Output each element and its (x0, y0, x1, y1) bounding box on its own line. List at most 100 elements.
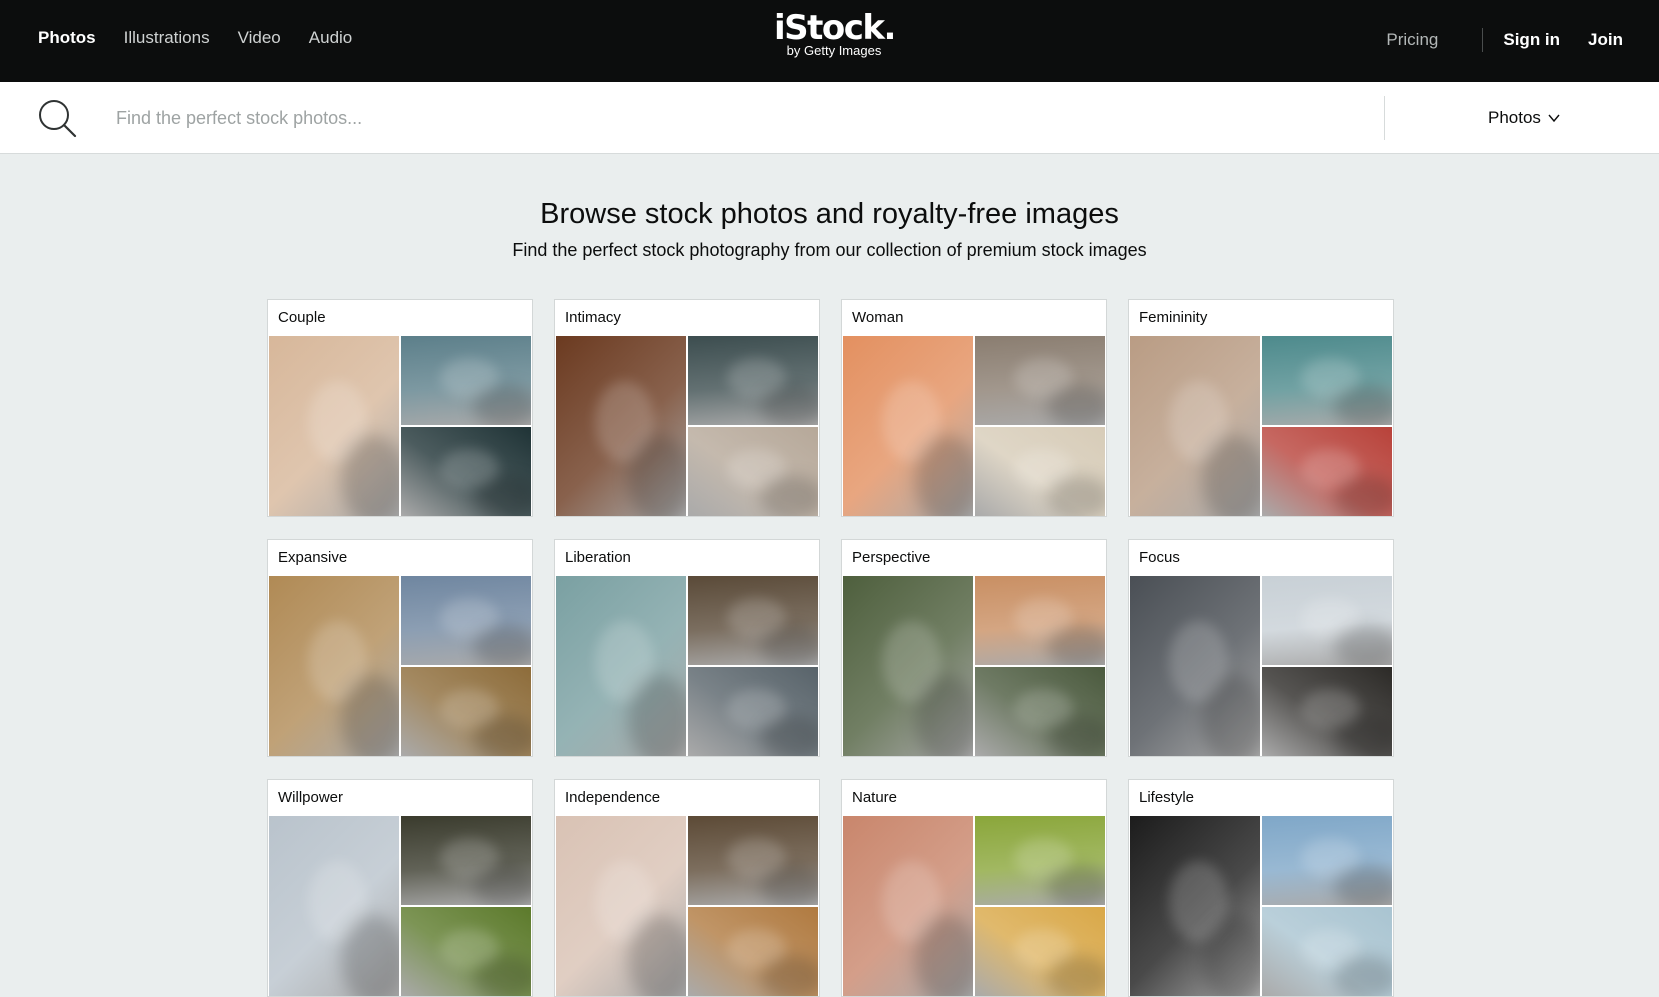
category-top-image[interactable] (401, 576, 531, 665)
category-title: Liberation (565, 549, 631, 566)
category-card[interactable]: Expansive (267, 539, 533, 757)
category-title: Independence (565, 789, 661, 806)
category-card[interactable]: Focus (1128, 539, 1394, 757)
category-bottom-image[interactable] (1262, 907, 1392, 996)
photo-shadow (1046, 864, 1105, 905)
category-card[interactable]: Woman (841, 299, 1107, 517)
nav-video[interactable]: Video (238, 28, 281, 48)
photo-shadow (1333, 475, 1392, 516)
category-card[interactable]: Couple (267, 299, 533, 517)
category-title: Focus (1139, 549, 1180, 566)
media-type-label: Photos (1488, 108, 1541, 127)
category-top-image[interactable] (688, 336, 818, 425)
nav-audio[interactable]: Audio (309, 28, 352, 48)
photo-shadow (1046, 955, 1105, 996)
photo-shadow (1333, 384, 1392, 425)
category-top-image[interactable] (1262, 336, 1392, 425)
category-top-image[interactable] (975, 336, 1105, 425)
photo-shadow (472, 864, 531, 905)
photo-shadow (759, 384, 818, 425)
category-main-image[interactable] (556, 816, 686, 996)
category-main-image[interactable] (1130, 576, 1260, 756)
category-main-image[interactable] (556, 336, 686, 516)
chevron-down-icon (1548, 114, 1560, 123)
category-card[interactable]: Lifestyle (1128, 779, 1394, 997)
photo-shadow (472, 384, 531, 425)
category-top-image[interactable] (975, 576, 1105, 665)
category-card[interactable]: Femininity (1128, 299, 1394, 517)
category-image-collage (1130, 816, 1392, 996)
category-title: Couple (278, 309, 326, 326)
category-main-image[interactable] (843, 336, 973, 516)
photo-shadow (1333, 955, 1392, 996)
category-bottom-image[interactable] (401, 907, 531, 996)
category-bottom-image[interactable] (1262, 667, 1392, 756)
category-image-collage (556, 336, 818, 516)
pricing-link[interactable]: Pricing (1386, 30, 1438, 50)
search-input[interactable] (116, 100, 1366, 136)
category-bottom-image[interactable] (688, 427, 818, 516)
category-main-image[interactable] (556, 576, 686, 756)
photo-shadow (1046, 624, 1105, 665)
category-main-image[interactable] (269, 816, 399, 996)
category-main-image[interactable] (843, 816, 973, 996)
photo-shadow (759, 715, 818, 756)
category-image-collage (269, 576, 531, 756)
category-bottom-image[interactable] (401, 667, 531, 756)
category-top-image[interactable] (975, 816, 1105, 905)
category-card[interactable]: Independence (554, 779, 820, 997)
nav-illustrations[interactable]: Illustrations (124, 28, 210, 48)
category-top-image[interactable] (1262, 816, 1392, 905)
category-card[interactable]: Nature (841, 779, 1107, 997)
category-top-image[interactable] (1262, 576, 1392, 665)
photo-shadow (1046, 715, 1105, 756)
category-bottom-image[interactable] (975, 427, 1105, 516)
search-icon[interactable] (38, 99, 78, 139)
category-bottom-image[interactable] (688, 907, 818, 996)
logo-brand: iStock. (774, 8, 896, 48)
category-top-image[interactable] (688, 576, 818, 665)
category-main-image[interactable] (843, 576, 973, 756)
logo-subtitle: by Getty Images (786, 43, 882, 58)
category-image-collage (269, 336, 531, 516)
category-image-collage (1130, 576, 1392, 756)
category-top-image[interactable] (688, 816, 818, 905)
category-bottom-image[interactable] (1262, 427, 1392, 516)
category-top-image[interactable] (401, 336, 531, 425)
photo-shadow (1046, 475, 1105, 516)
media-type-select[interactable]: Photos (1488, 108, 1561, 128)
category-bottom-image[interactable] (688, 667, 818, 756)
category-main-image[interactable] (1130, 336, 1260, 516)
category-bottom-image[interactable] (401, 427, 531, 516)
category-card[interactable]: Intimacy (554, 299, 820, 517)
category-title: Expansive (278, 549, 348, 566)
media-type-nav: Photos Illustrations Video Audio (38, 28, 380, 48)
category-top-image[interactable] (401, 816, 531, 905)
category-main-image[interactable] (1130, 816, 1260, 996)
category-image-collage (843, 336, 1105, 516)
photo-shadow (472, 475, 531, 516)
photo-shadow (1333, 624, 1392, 665)
category-bottom-image[interactable] (975, 907, 1105, 996)
category-card[interactable]: Willpower (267, 779, 533, 997)
join-link[interactable]: Join (1588, 30, 1623, 50)
photo-shadow (759, 864, 818, 905)
category-title: Willpower (278, 789, 344, 806)
istock-logo[interactable]: iStock. by Getty Images (774, 8, 896, 58)
sign-in-link[interactable]: Sign in (1503, 30, 1560, 50)
photo-shadow (1333, 864, 1392, 905)
photo-shadow (472, 624, 531, 665)
photo-shadow (1046, 384, 1105, 425)
category-title: Femininity (1139, 309, 1208, 326)
category-image-collage (843, 576, 1105, 756)
category-grid: Couple Intimacy Woman Femininity Expansive Li… (267, 299, 1394, 997)
category-card[interactable]: Perspective (841, 539, 1107, 757)
category-image-collage (556, 576, 818, 756)
category-card[interactable]: Liberation (554, 539, 820, 757)
category-bottom-image[interactable] (975, 667, 1105, 756)
page-subtitle: Find the perfect stock photography from … (512, 240, 1147, 260)
nav-photos[interactable]: Photos (38, 28, 96, 48)
category-main-image[interactable] (269, 336, 399, 516)
category-main-image[interactable] (269, 576, 399, 756)
photo-shadow (1333, 715, 1392, 756)
